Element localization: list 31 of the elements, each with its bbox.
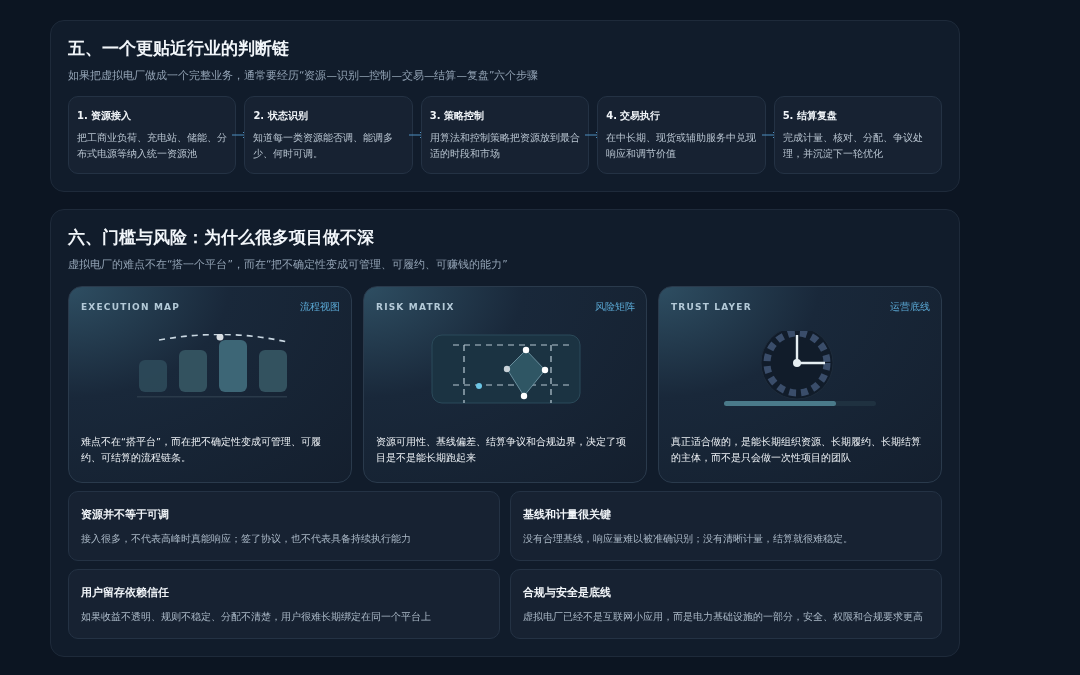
section-subtitle: 如果把虚拟电厂做成一个完整业务，通常要经历“资源—识别—控制—交易—结算—复盘”六个步骤 [68,69,540,83]
step-title: 1. 资源接入 [77,109,133,123]
section-subtitle: 虚拟电厂的难点不在“搭一个平台”，而在“把不确定性变成可管理、可履约、可赚钱的能力” [68,258,509,272]
card-description: 真正适合做的，是能长期组织资源、长期履约、长期结算的主体，而不是只会做一次性项目的团队 [671,435,922,465]
step-title: 5. 结算复盘 [782,109,838,123]
card-label: TRUST LAYER [671,302,752,312]
section-title: 五、一个更贴近行业的判断链 [68,37,290,60]
step-title: 2. 状态识别 [253,109,309,123]
point-title: 基线和计量很关键 [523,507,612,522]
point-title: 资源并不等于可调 [81,507,170,522]
step-text: 把工商业负荷、充电站、储能、分布式电源等纳入统一资源池 [77,131,228,161]
card-tag: 风险矩阵 [595,300,635,314]
card-label: EXECUTION MAP [81,302,181,312]
card-description: 资源可用性、基线偏差、结算争议和合规边界，决定了项目是不是能长期跑起来 [376,435,627,465]
point-title: 合规与安全是底线 [523,585,612,600]
card-description: 难点不在“搭平台”，而在把不确定性变成可管理、可履约、可结算的流程链条。 [81,435,322,465]
point-text: 虚拟电厂已经不是互联网小应用，而是电力基础设施的一部分，安全、权限和合规要求更高 [523,610,924,624]
step-title: 4. 交易执行 [606,109,662,123]
step-text: 在中长期、现货或辅助服务中兑现响应和调节价值 [606,131,758,161]
step-text: 用算法和控制策略把资源放到最合适的时段和市场 [429,131,581,161]
card-label: RISK MATRIX [376,302,455,312]
step-text: 完成计量、核对、分配、争议处理，并沉淀下一轮优化 [782,131,924,161]
card-tag: 流程视图 [300,300,340,314]
step-title: 3. 策略控制 [429,109,486,123]
card-tag: 运营底线 [890,300,930,314]
point-text: 没有合理基线，响应量难以被准确识别；没有清晰计量，结算就很难稳定。 [523,532,854,546]
point-title: 用户留存依赖信任 [81,585,170,600]
step-text: 知道每一类资源能否调、能调多少、何时可调。 [253,131,395,161]
point-text: 接入很多，不代表高峰时真能响应；签了协议，也不代表具备持续执行能力 [81,532,412,546]
point-text: 如果收益不透明、规则不稳定、分配不清楚，用户很难长期绑定在同一个平台上 [81,610,432,624]
section-title: 六、门槛与风险：为什么很多项目做不深 [68,226,375,249]
